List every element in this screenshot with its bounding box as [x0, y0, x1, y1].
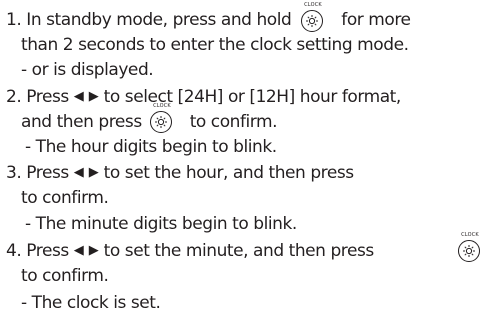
step-2-line: 2. Press ◀ ▶ to select [24H] or [12H] ho… — [6, 86, 401, 108]
step-3-line: 3. Press ◀ ▶ to set the hour, and then p… — [6, 162, 354, 184]
step-2-result: - The hour digits begin to blink. — [25, 136, 277, 158]
step-3-text-b: to set the hour, and then press — [103, 163, 354, 183]
step-1-result-text: - or is displayed. — [21, 60, 154, 80]
clock-light-button-icon: CLOCK — [300, 2, 326, 34]
step-1-text-b: for more — [341, 10, 411, 30]
left-arrow-icon: ◀ — [73, 165, 84, 180]
clock-caption: CLOCK — [461, 232, 479, 238]
step-4-line-2: to confirm. — [21, 265, 109, 287]
step-1-line: 1. In standby mode, press and hold for m… — [6, 9, 411, 31]
left-arrow-icon: ◀ — [73, 243, 84, 258]
step-3-line-2: to confirm. — [21, 187, 109, 209]
clock-caption: CLOCK — [153, 103, 171, 109]
step-2-text-c: and then press — [21, 112, 142, 132]
step-4-text-c: to confirm. — [21, 266, 109, 286]
step-4-line: 4. Press ◀ ▶ to set the minute, and then… — [6, 240, 374, 262]
clock-light-button-icon: CLOCK — [457, 232, 483, 264]
step-1-text-c: than 2 seconds to enter the clock settin… — [21, 35, 409, 55]
right-arrow-icon: ▶ — [88, 165, 99, 180]
step-2-text-d: to confirm. — [189, 112, 278, 132]
right-arrow-icon: ▶ — [88, 89, 99, 104]
step-1-result: - or is displayed. — [21, 59, 154, 81]
step-3-text-a: 3. Press — [6, 163, 69, 183]
step-1-text-a: 1. In standby mode, press and hold — [6, 10, 292, 30]
step-3-result: - The minute digits begin to blink. — [25, 213, 297, 235]
clock-light-button-icon: CLOCK — [149, 103, 175, 135]
step-2-result-text: - The hour digits begin to blink. — [25, 137, 277, 157]
step-3-result-text: - The minute digits begin to blink. — [25, 214, 297, 234]
step-4-text-a: 4. Press — [6, 241, 69, 261]
bulb-glyph-icon — [155, 116, 167, 128]
bulb-glyph-icon — [463, 245, 475, 257]
clock-caption: CLOCK — [304, 2, 322, 8]
step-4-result: - The clock is set. — [21, 292, 161, 314]
clock-setting-instructions: 1. In standby mode, press and hold for m… — [0, 0, 489, 331]
right-arrow-icon: ▶ — [88, 243, 99, 258]
step-2-text-a: 2. Press — [6, 87, 69, 107]
step-4-text-b: to set the minute, and then press — [103, 241, 375, 261]
step-3-text-c: to confirm. — [21, 188, 109, 208]
bulb-glyph-icon — [306, 15, 318, 27]
step-4-result-text: - The clock is set. — [21, 293, 161, 313]
step-1-line-2: than 2 seconds to enter the clock settin… — [21, 34, 409, 56]
left-arrow-icon: ◀ — [73, 89, 84, 104]
